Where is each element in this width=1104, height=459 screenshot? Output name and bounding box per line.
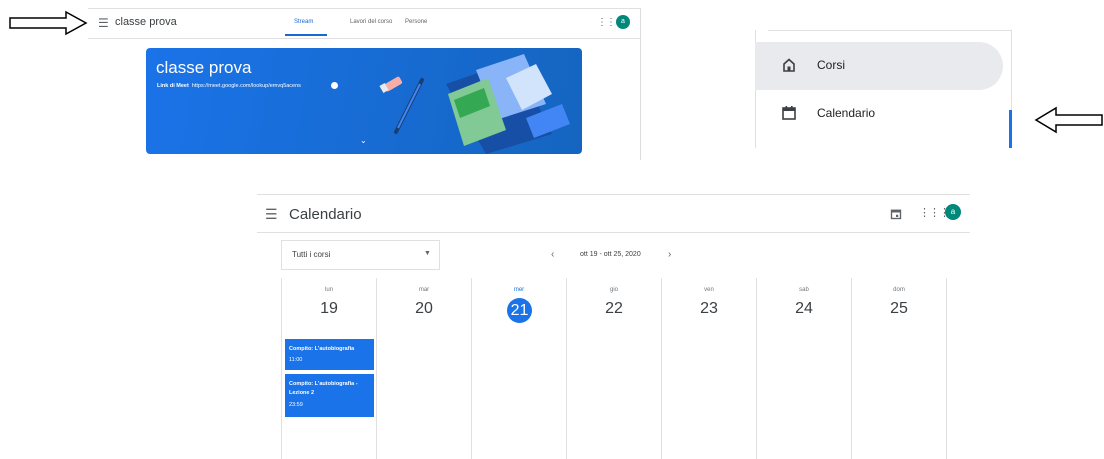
banner-title: classe prova	[156, 58, 252, 77]
calendar-today-icon[interactable]	[890, 208, 902, 220]
event-card[interactable]: Compito: L'autobiografia 11:00	[285, 339, 374, 370]
tab-people[interactable]: Persone	[405, 19, 427, 25]
active-tab-indicator	[285, 34, 327, 36]
header-divider	[88, 38, 640, 39]
left-arrow-icon	[1034, 106, 1103, 134]
divider	[88, 8, 640, 9]
nav-drawer: Corsi Calendario	[755, 0, 1015, 150]
calendar-window: ☰ Calendario ⋮⋮⋮ a Tutti i corsi ▼ ‹ ott…	[254, 192, 970, 459]
day-number: 23	[700, 300, 718, 317]
banner-illustration	[379, 54, 570, 154]
meet-link[interactable]: Link di Meet https://meet.google.com/look…	[157, 83, 301, 89]
chevron-right-icon[interactable]: ›	[668, 249, 671, 260]
menu-icon[interactable]: ☰	[265, 206, 278, 223]
day-column: gio 22	[566, 278, 661, 459]
week-grid: lun 19 Compito: L'autobiografia 11:00 Co…	[281, 278, 947, 459]
meet-label: Link di Meet	[157, 83, 189, 89]
day-column: mar 20	[376, 278, 471, 459]
course-filter-select[interactable]: Tutti i corsi ▼	[281, 240, 440, 270]
day-name: gio	[609, 287, 618, 293]
meet-url[interactable]: https://meet.google.com/lookup/emvq5acen…	[192, 83, 301, 89]
menu-icon[interactable]: ☰	[98, 16, 109, 30]
scrollbar[interactable]	[1009, 110, 1012, 148]
nav-item-corsi[interactable]: Corsi	[755, 42, 1003, 90]
class-title: classe prova	[115, 16, 177, 28]
day-name: mar	[418, 287, 430, 293]
day-name: ven	[704, 287, 714, 293]
divider	[768, 30, 1011, 31]
nav-item-label: Calendario	[817, 106, 876, 120]
chevron-down-icon[interactable]: ⌄	[360, 136, 367, 145]
course-filter-value: Tutti i corsi	[292, 250, 331, 259]
classroom-window: ☰ classe prova Stream Lavori del corso P…	[88, 0, 642, 162]
day-number: 19	[320, 300, 338, 317]
event-title: Compito: L'autobiografia - Lezione 2	[289, 381, 358, 396]
day-column: dom 25	[851, 278, 947, 459]
avatar[interactable]: a	[616, 15, 630, 29]
nav-item-label: Corsi	[817, 58, 846, 72]
event-time: 11:00	[289, 357, 303, 363]
tab-classwork[interactable]: Lavori del corso	[350, 19, 392, 25]
dropdown-caret-icon: ▼	[424, 250, 431, 257]
meet-video-icon[interactable]	[331, 82, 338, 89]
day-name: mer	[513, 287, 525, 293]
chevron-left-icon[interactable]: ‹	[551, 249, 554, 260]
today-number[interactable]: 21	[507, 298, 532, 323]
event-time: 23:59	[289, 402, 303, 408]
day-column: lun 19 Compito: L'autobiografia 11:00 Co…	[281, 278, 376, 459]
event-title: Compito: L'autobiografia	[289, 346, 355, 352]
date-range: ott 19 - ott 25, 2020	[580, 251, 641, 258]
divider	[1011, 30, 1012, 110]
tab-stream[interactable]: Stream	[294, 19, 313, 25]
class-banner: classe prova Link di Meet https://meet.go…	[146, 48, 582, 154]
day-number: 24	[795, 300, 813, 317]
day-name: sab	[799, 287, 809, 293]
right-arrow-icon	[9, 10, 88, 36]
day-column: ven 23	[661, 278, 756, 459]
page-title: Calendario	[289, 206, 362, 223]
day-column-today: mer 21	[471, 278, 566, 459]
home-icon	[783, 58, 795, 72]
event-card[interactable]: Compito: L'autobiografia - Lezione 2 23:…	[285, 374, 374, 417]
day-name: dom	[893, 287, 905, 293]
day-column: sab 24	[756, 278, 851, 459]
day-number: 20	[415, 300, 433, 317]
day-number: 22	[605, 300, 623, 317]
day-name: lun	[324, 287, 333, 293]
divider	[257, 194, 970, 195]
divider	[640, 8, 641, 160]
header-divider	[257, 232, 970, 233]
day-number: 25	[890, 300, 908, 317]
avatar[interactable]: a	[945, 204, 961, 220]
nav-item-calendario[interactable]: Calendario	[755, 90, 1003, 138]
calendar-icon	[782, 106, 796, 120]
